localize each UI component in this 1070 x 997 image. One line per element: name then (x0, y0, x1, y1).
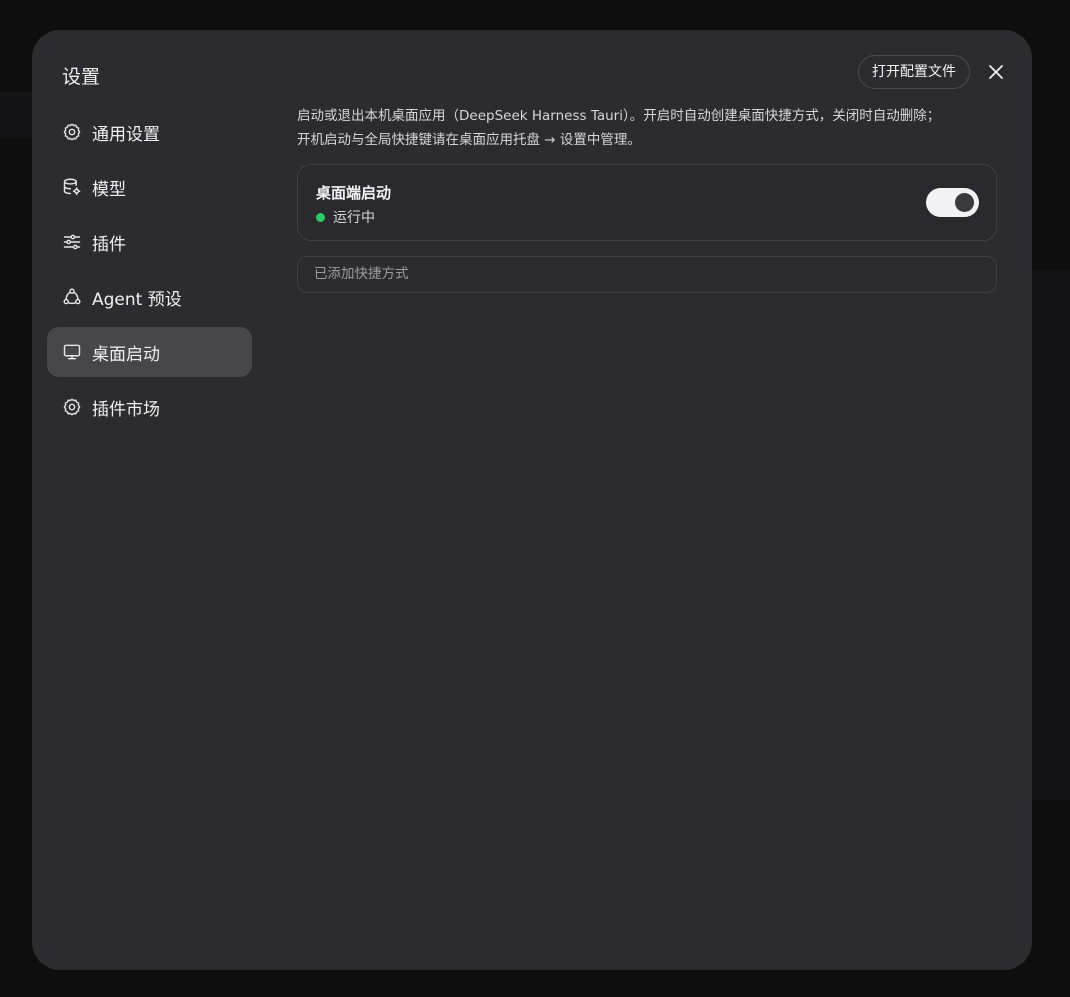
sidebar-item-plugins[interactable]: 插件 (47, 217, 252, 267)
sidebar-item-label: 插件市场 (92, 399, 160, 420)
database-gear-icon (62, 177, 82, 197)
gear-icon (62, 397, 82, 417)
sidebar-item-agent-presets[interactable]: Agent 预设 (47, 272, 252, 322)
card-title: 桌面端启动 (316, 184, 392, 202)
sliders-icon (62, 232, 82, 252)
gear-icon (62, 122, 82, 142)
close-button[interactable] (986, 62, 1006, 82)
sidebar-item-general[interactable]: 通用设置 (47, 107, 252, 157)
open-config-button[interactable]: 打开配置文件 (858, 55, 970, 89)
description-line-1: 启动或退出本机桌面应用（DeepSeek Harness Tauri）。开启时自… (297, 108, 941, 124)
desktop-launch-panel: 启动或退出本机桌面应用（DeepSeek Harness Tauri）。开启时自… (297, 104, 997, 293)
sidebar-item-label: Agent 预设 (92, 289, 182, 310)
agent-nodes-icon (62, 287, 82, 307)
settings-modal: 设置 打开配置文件 通用设置 模型 插件 Agent 预设 桌面启动 插件市场 … (32, 30, 1032, 970)
sidebar-item-label: 模型 (92, 179, 126, 200)
toggle-knob (955, 193, 974, 212)
desktop-launch-card: 桌面端启动 运行中 (297, 164, 997, 241)
sidebar-item-label: 通用设置 (92, 124, 160, 145)
settings-sidebar: 通用设置 模型 插件 Agent 预设 桌面启动 插件市场 (47, 107, 252, 437)
sidebar-item-label: 插件 (92, 234, 126, 255)
description-line-2: 开机启动与全局快捷键请在桌面应用托盘 → 设置中管理。 (297, 132, 641, 148)
shortcut-status-field: 已添加快捷方式 (297, 256, 997, 293)
desktop-launch-toggle[interactable] (926, 188, 979, 217)
status-badge: 运行中 (316, 207, 375, 227)
monitor-icon (62, 342, 82, 362)
modal-title: 设置 (62, 66, 101, 88)
sidebar-item-label: 桌面启动 (92, 344, 160, 365)
close-icon (989, 65, 1003, 79)
sidebar-item-models[interactable]: 模型 (47, 162, 252, 212)
backdrop-panel (0, 92, 32, 138)
sidebar-item-desktop-launch[interactable]: 桌面启动 (47, 327, 252, 377)
status-text: 运行中 (333, 210, 375, 226)
sidebar-item-plugin-market[interactable]: 插件市场 (47, 382, 252, 432)
backdrop-panel (1032, 270, 1070, 800)
status-dot (316, 212, 325, 222)
